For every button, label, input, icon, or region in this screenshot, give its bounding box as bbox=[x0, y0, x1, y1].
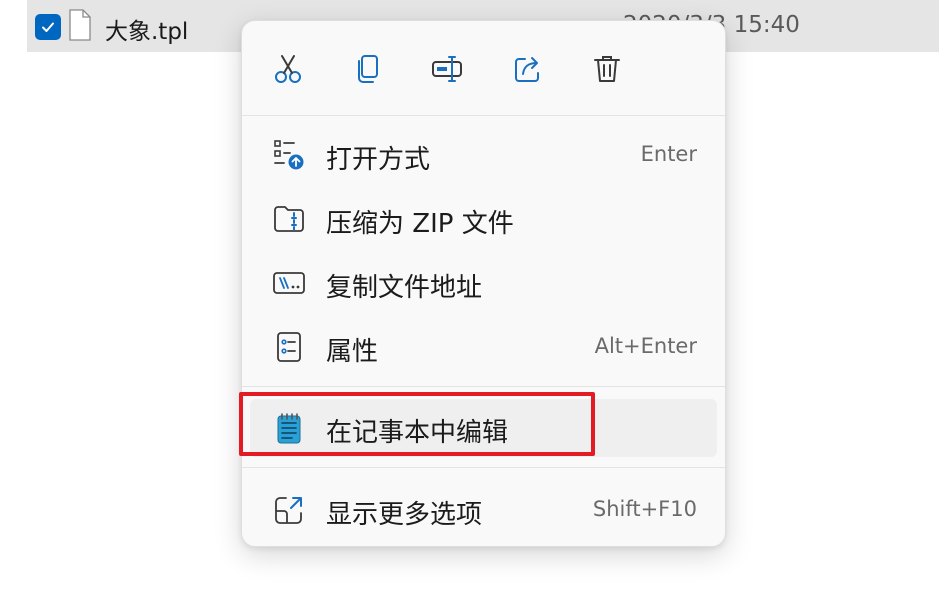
share-icon bbox=[515, 57, 539, 82]
share-button[interactable] bbox=[504, 45, 552, 93]
copy-button[interactable] bbox=[344, 45, 392, 93]
menu-item-copy-path[interactable]: 复制文件地址 bbox=[250, 254, 717, 312]
zip-folder-icon bbox=[272, 202, 306, 236]
menu-item-properties[interactable]: 属性 Alt+Enter bbox=[250, 318, 717, 376]
menu-separator bbox=[242, 115, 725, 116]
menu-toolbar bbox=[242, 21, 725, 115]
menu-item-label: 显示更多选项 bbox=[326, 500, 483, 530]
menu-separator bbox=[242, 386, 725, 387]
menu-item-shortcut: Shift+F10 bbox=[592, 497, 697, 521]
menu-item-show-more[interactable]: 显示更多选项 Shift+F10 bbox=[250, 481, 717, 539]
file-icon bbox=[69, 9, 91, 41]
highlight-annotation bbox=[239, 392, 595, 456]
delete-button[interactable] bbox=[583, 45, 631, 93]
menu-item-shortcut: Alt+Enter bbox=[594, 334, 697, 358]
menu-item-shortcut: Enter bbox=[640, 142, 697, 166]
menu-item-label: 打开方式 bbox=[326, 145, 431, 175]
properties-icon bbox=[272, 330, 306, 364]
menu-item-label: 属性 bbox=[326, 337, 379, 367]
menu-item-label: 复制文件地址 bbox=[326, 273, 483, 303]
delete-icon bbox=[594, 56, 620, 82]
open-with-icon bbox=[272, 138, 306, 172]
copy-icon bbox=[358, 55, 378, 83]
menu-item-open-with[interactable]: 打开方式 Enter bbox=[250, 126, 717, 184]
file-name[interactable]: 大象.tpl bbox=[105, 12, 188, 46]
menu-item-label: 压缩为 ZIP 文件 bbox=[326, 209, 514, 239]
menu-item-compress-zip[interactable]: 压缩为 ZIP 文件 bbox=[250, 190, 717, 248]
checkmark-icon bbox=[42, 22, 54, 32]
context-menu: 打开方式 Enter 压缩为 ZIP 文件 复制文件地址 属性 Alt+Ente… bbox=[241, 20, 726, 547]
show-more-icon bbox=[272, 493, 306, 527]
copy-path-icon bbox=[272, 266, 306, 300]
cut-icon bbox=[275, 55, 301, 83]
file-checkbox[interactable] bbox=[35, 14, 61, 40]
explorer-view: 大象.tpl 2020/3/3 15:40 bbox=[0, 0, 939, 596]
rename-icon bbox=[432, 56, 462, 82]
cut-button[interactable] bbox=[264, 45, 312, 93]
menu-separator bbox=[242, 467, 725, 468]
rename-button[interactable] bbox=[423, 45, 471, 93]
